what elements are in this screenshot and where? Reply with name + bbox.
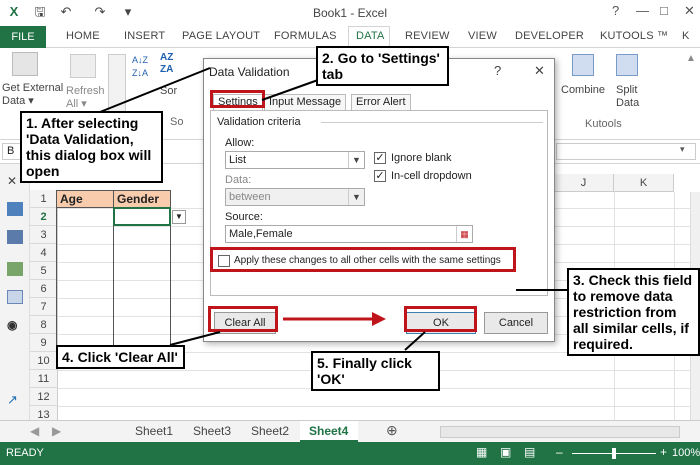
connector-line-4 xyxy=(169,331,221,346)
annotation-step-5: 5. Finally click 'OK' xyxy=(311,351,440,391)
annotation-step-1: 1. After selecting 'Data Validation, thi… xyxy=(20,111,163,183)
connector-line-2 xyxy=(261,79,319,101)
connector-line-1 xyxy=(99,67,211,113)
connector-line-5 xyxy=(404,331,426,351)
annotation-step-2: 2. Go to 'Settings' tab xyxy=(316,46,449,86)
annotation-step-4: 4. Click 'Clear All' xyxy=(56,345,185,369)
red-arrow-head xyxy=(372,312,386,326)
annotation-step-3: 3. Check this field to remove data restr… xyxy=(567,268,700,356)
